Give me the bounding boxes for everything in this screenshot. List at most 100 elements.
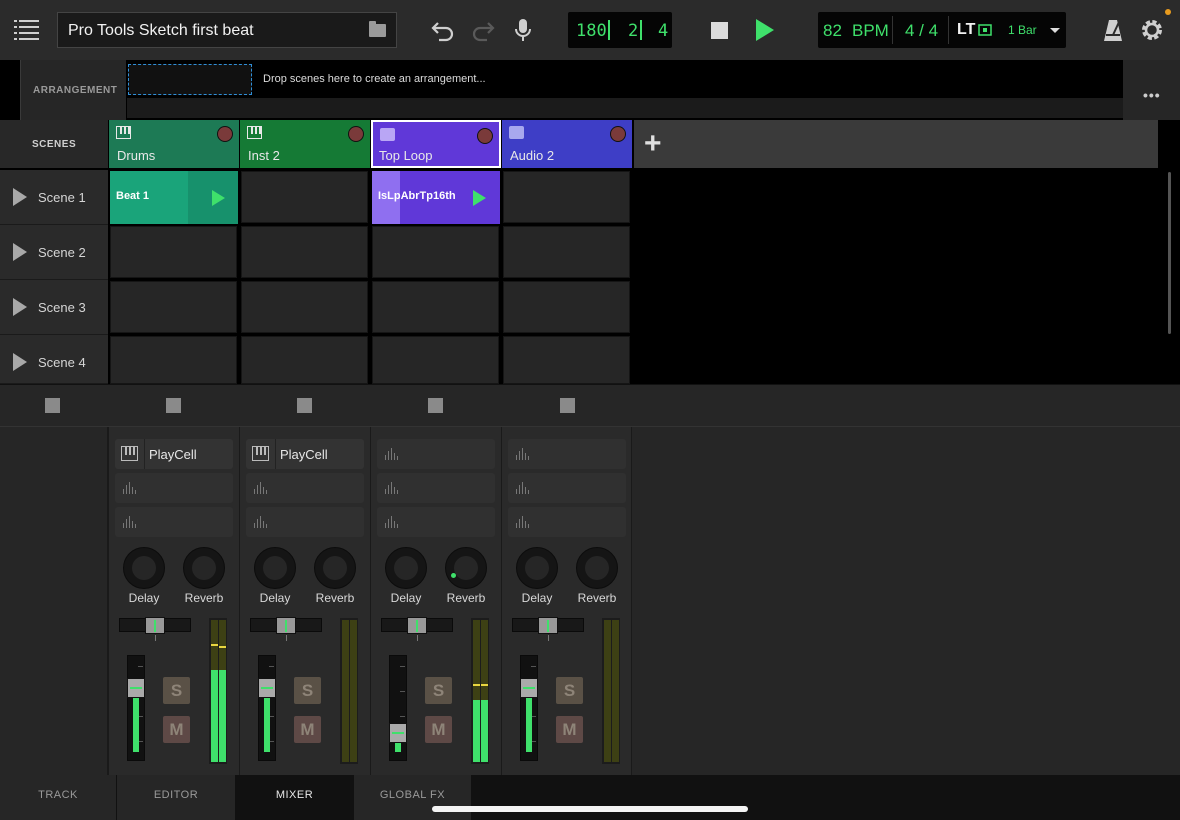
delay-send-knob[interactable]	[385, 547, 427, 589]
tab-global-fx[interactable]: GLOBAL FX	[354, 775, 472, 820]
empty-clip-cell[interactable]	[503, 226, 630, 278]
effect-slot[interactable]	[377, 507, 495, 537]
undo-icon[interactable]	[430, 17, 456, 43]
effect-slot[interactable]	[508, 473, 626, 503]
home-indicator[interactable]	[432, 806, 748, 812]
solo-button[interactable]: S	[294, 677, 321, 704]
effect-slot[interactable]	[508, 439, 626, 469]
scene-row[interactable]: Scene 3	[0, 280, 108, 335]
mute-button[interactable]: M	[163, 716, 190, 743]
solo-button[interactable]: S	[163, 677, 190, 704]
reverb-send-knob[interactable]	[183, 547, 225, 589]
empty-clip-cell[interactable]	[503, 171, 630, 223]
solo-button[interactable]: S	[425, 677, 452, 704]
pan-slider[interactable]	[381, 617, 453, 641]
tab-mixer[interactable]: MIXER	[236, 775, 354, 820]
menu-list-icon[interactable]	[14, 17, 40, 43]
track-header-top-loop[interactable]: Top Loop	[371, 120, 501, 168]
metronome-icon[interactable]	[1100, 17, 1126, 43]
arrangement-drop-zone[interactable]	[128, 64, 252, 95]
clip-beat-1[interactable]: Beat 1	[110, 171, 238, 224]
scene-row[interactable]: Scene 4	[0, 335, 108, 384]
track-stop-button[interactable]	[560, 398, 575, 413]
empty-clip-cell[interactable]	[372, 281, 499, 333]
volume-fader[interactable]	[258, 655, 276, 761]
track-stop-button[interactable]	[166, 398, 181, 413]
position-counter[interactable]: 180 2 4	[568, 12, 672, 48]
instrument-slot[interactable]: PlayCell	[246, 439, 364, 469]
delay-send-knob[interactable]	[123, 547, 165, 589]
delay-send-knob[interactable]	[254, 547, 296, 589]
folder-icon[interactable]	[369, 21, 386, 37]
record-arm-button[interactable]	[217, 126, 233, 142]
instrument-slot[interactable]: PlayCell	[115, 439, 233, 469]
gear-icon[interactable]	[1139, 17, 1165, 43]
pan-slider[interactable]	[119, 617, 191, 641]
mute-button[interactable]: M	[294, 716, 321, 743]
scene-row[interactable]: Scene 1	[0, 170, 108, 225]
redo-icon[interactable]	[470, 17, 496, 43]
scene-play-icon[interactable]	[13, 188, 27, 206]
arrangement-more-button[interactable]: •••	[1123, 60, 1180, 120]
volume-fader[interactable]	[389, 655, 407, 761]
track-header-inst-2[interactable]: Inst 2	[240, 120, 370, 168]
solo-button[interactable]: S	[556, 677, 583, 704]
empty-clip-cell[interactable]	[110, 226, 237, 278]
pan-slider[interactable]	[250, 617, 322, 641]
empty-clip-cell[interactable]	[110, 336, 237, 384]
volume-fader[interactable]	[520, 655, 538, 761]
reverb-send-knob[interactable]	[576, 547, 618, 589]
track-stop-button[interactable]	[428, 398, 443, 413]
chevron-down-icon[interactable]	[1050, 28, 1060, 33]
track-header-audio-2[interactable]: Audio 2	[502, 120, 632, 168]
record-arm-button[interactable]	[477, 128, 493, 144]
reverb-send-knob[interactable]	[445, 547, 487, 589]
project-title-field[interactable]: Pro Tools Sketch first beat	[57, 12, 397, 48]
stop-button[interactable]	[711, 22, 728, 39]
add-track-button[interactable]: +	[634, 120, 1158, 168]
track-stop-button[interactable]	[297, 398, 312, 413]
microphone-icon[interactable]	[510, 17, 536, 43]
play-button[interactable]	[756, 19, 774, 41]
scenes-scrollbar[interactable]	[1160, 120, 1180, 384]
scene-row[interactable]: Scene 2	[0, 225, 108, 280]
tab-editor[interactable]: EDITOR	[117, 775, 236, 820]
track-header-drums[interactable]: Drums	[109, 120, 239, 168]
empty-clip-cell[interactable]	[372, 336, 499, 384]
arrangement-scrollbar[interactable]	[127, 98, 1123, 118]
clip-play-icon[interactable]	[212, 190, 225, 206]
effect-slot[interactable]	[508, 507, 626, 537]
tab-track[interactable]: TRACK	[0, 775, 117, 820]
effect-slot[interactable]	[377, 439, 495, 469]
waveform-icon	[385, 448, 401, 460]
empty-clip-cell[interactable]	[372, 226, 499, 278]
effect-slot[interactable]	[377, 473, 495, 503]
scene-play-icon[interactable]	[13, 353, 27, 371]
empty-clip-cell[interactable]	[110, 281, 237, 333]
empty-clip-cell[interactable]	[241, 336, 368, 384]
delay-send-knob[interactable]	[516, 547, 558, 589]
effect-slot[interactable]	[246, 473, 364, 503]
record-arm-button[interactable]	[348, 126, 364, 142]
empty-clip-cell[interactable]	[241, 281, 368, 333]
effect-slot[interactable]	[115, 473, 233, 503]
record-arm-button[interactable]	[610, 126, 626, 142]
level-meter	[471, 618, 489, 764]
empty-clip-cell[interactable]	[241, 171, 368, 223]
scene-play-icon[interactable]	[13, 243, 27, 261]
pan-slider[interactable]	[512, 617, 584, 641]
tempo-display[interactable]: 82 BPM 4 / 4 LT 1 Bar	[818, 12, 1066, 48]
clip-play-icon[interactable]	[473, 190, 486, 206]
reverb-send-knob[interactable]	[314, 547, 356, 589]
clip-top-loop[interactable]: IsLpAbrTp16th	[372, 171, 500, 224]
effect-slot[interactable]	[115, 507, 233, 537]
volume-fader[interactable]	[127, 655, 145, 761]
mute-button[interactable]: M	[425, 716, 452, 743]
empty-clip-cell[interactable]	[503, 336, 630, 384]
scene-play-icon[interactable]	[13, 298, 27, 316]
effect-slot[interactable]	[246, 507, 364, 537]
empty-clip-cell[interactable]	[503, 281, 630, 333]
stop-all-button[interactable]	[45, 398, 60, 413]
mute-button[interactable]: M	[556, 716, 583, 743]
empty-clip-cell[interactable]	[241, 226, 368, 278]
